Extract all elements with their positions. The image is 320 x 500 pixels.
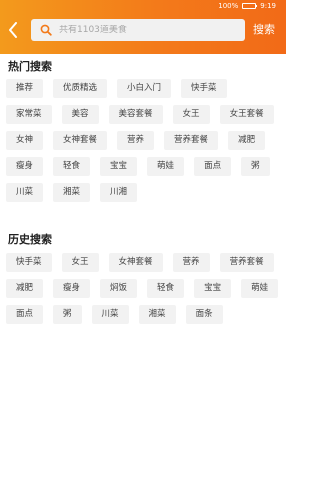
hot-tag[interactable]: 推荐 xyxy=(6,79,44,98)
hot-tag[interactable]: 美容 xyxy=(61,105,99,124)
history-tag[interactable]: 营养套餐 xyxy=(219,253,274,272)
hot-tag[interactable]: 家常菜 xyxy=(6,105,52,124)
hot-tag[interactable]: 女王 xyxy=(172,105,210,124)
back-button[interactable] xyxy=(6,20,20,40)
hot-tag[interactable]: 营养套餐 xyxy=(164,131,219,150)
hot-tag[interactable]: 湘菜 xyxy=(53,183,91,202)
hot-tag[interactable]: 小白入门 xyxy=(117,79,172,98)
history-tag[interactable]: 宝宝 xyxy=(194,279,232,298)
hot-tag[interactable]: 川湘 xyxy=(100,183,138,202)
hot-search-title: 热门搜索 xyxy=(8,60,52,73)
hot-tag[interactable]: 营养 xyxy=(117,131,155,150)
header-bar: 100% 9:19 搜索 xyxy=(0,0,286,54)
hot-tag[interactable]: 减肥 xyxy=(228,131,266,150)
history-tag[interactable]: 快手菜 xyxy=(6,253,52,272)
hot-tag[interactable]: 美容套餐 xyxy=(108,105,163,124)
search-icon xyxy=(40,24,52,36)
search-box[interactable] xyxy=(31,19,245,41)
hot-tag[interactable]: 宝宝 xyxy=(100,157,138,176)
hot-tag[interactable]: 女神套餐 xyxy=(53,131,108,150)
history-tag[interactable]: 瘦身 xyxy=(53,279,91,298)
history-tag[interactable]: 营养 xyxy=(172,253,210,272)
hot-tag[interactable]: 面点 xyxy=(194,157,232,176)
history-search-title: 历史搜索 xyxy=(8,233,52,246)
history-tag[interactable]: 面点 xyxy=(6,305,44,324)
battery-icon xyxy=(242,3,258,9)
hot-tag[interactable]: 萌娃 xyxy=(147,157,185,176)
hot-search-tags: 推荐 优质精选 小白入门 快手菜家常菜 美容 美容套餐 女王 女王套餐女神 女神套餐 营养 营养套餐… xyxy=(6,79,282,202)
search-button[interactable]: 搜索 xyxy=(253,20,275,40)
history-tag[interactable]: 焖饭 xyxy=(100,279,138,298)
history-tag[interactable]: 粥 xyxy=(53,305,82,324)
history-tag[interactable]: 减肥 xyxy=(6,279,44,298)
history-tag[interactable]: 湘菜 xyxy=(138,305,176,324)
hot-tag[interactable]: 优质精选 xyxy=(53,79,108,98)
hot-tag[interactable]: 女神 xyxy=(6,131,44,150)
status-time: 9:19 xyxy=(260,2,276,10)
hot-tag[interactable]: 瘦身 xyxy=(6,157,44,176)
hot-tag[interactable]: 快手菜 xyxy=(181,79,227,98)
hot-tag[interactable]: 川菜 xyxy=(6,183,44,202)
chevron-left-icon xyxy=(9,22,17,38)
history-tag[interactable]: 女王 xyxy=(61,253,99,272)
history-tag[interactable]: 川菜 xyxy=(91,305,129,324)
status-info: 100% xyxy=(218,2,239,10)
history-tag[interactable]: 面条 xyxy=(185,305,223,324)
status-bar: 100% 9:19 xyxy=(0,0,286,12)
search-input[interactable] xyxy=(59,25,239,35)
history-tag[interactable]: 轻食 xyxy=(147,279,185,298)
hot-tag[interactable]: 粥 xyxy=(241,157,270,176)
hot-tag[interactable]: 女王套餐 xyxy=(219,105,274,124)
hot-tag[interactable]: 轻食 xyxy=(53,157,91,176)
history-search-tags: 快手菜 女王 女神套餐 营养 营养套餐减肥 瘦身 焖饭 轻食 宝宝 萌娃面点粥川菜 湘菜 面条 xyxy=(6,253,282,324)
history-tag[interactable]: 女神套餐 xyxy=(108,253,163,272)
history-tag[interactable]: 萌娃 xyxy=(241,279,279,298)
